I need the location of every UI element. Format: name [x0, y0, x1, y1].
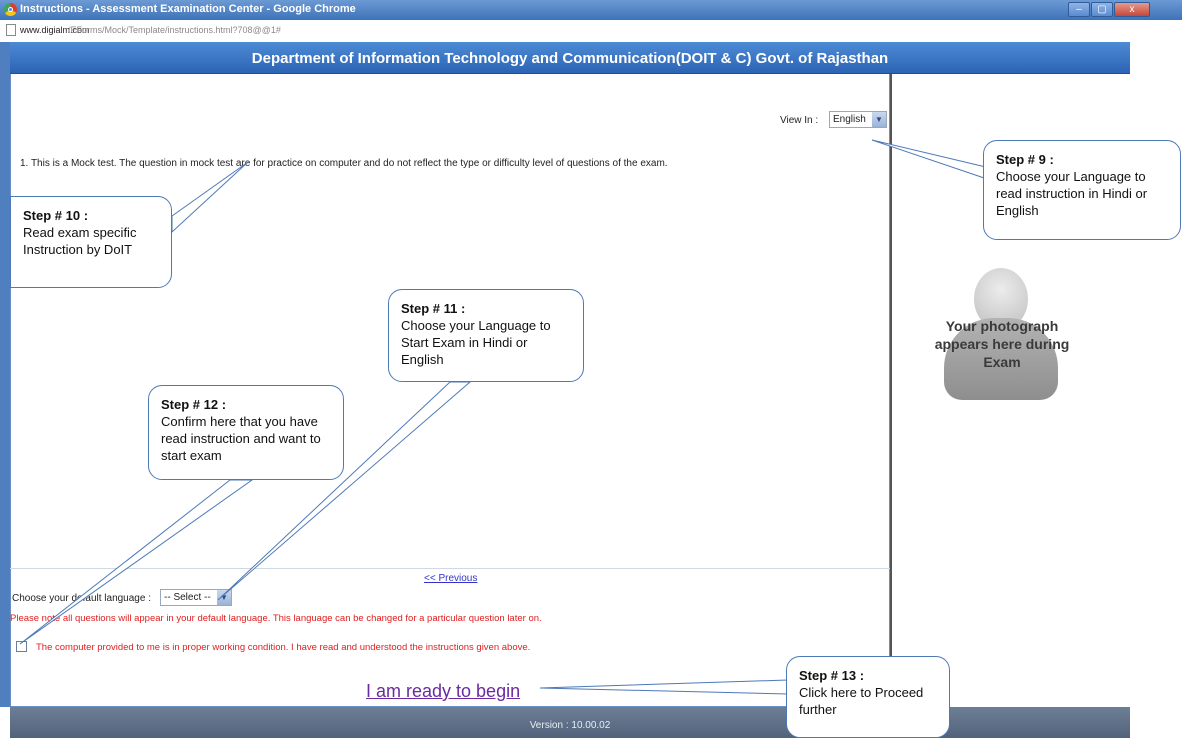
default-language-value[interactable]: -- Select -- [164, 592, 211, 603]
maximize-button[interactable]: ▢ [1091, 2, 1113, 17]
callout-step-9: Step # 9 : Choose your Language to read … [983, 140, 1181, 240]
callout-step-13: Step # 13 : Click here to Proceed furthe… [786, 656, 950, 738]
callout-step-10: Step # 10 : Read exam specific Instructi… [10, 196, 172, 288]
left-frame-border [0, 42, 10, 707]
previous-link[interactable]: << Previous [424, 573, 477, 584]
callout-step-12-text: Confirm here that you have read instruct… [161, 414, 321, 463]
version-text: Version : 10.00.02 [529, 720, 611, 731]
callout-step-10-text: Read exam specific Instruction by DoIT [23, 225, 137, 257]
minimize-button[interactable]: – [1068, 2, 1090, 17]
url-path[interactable]: /EForms/Mock/Template/instructions.html?… [68, 25, 281, 35]
chevron-down-icon[interactable]: ▼ [872, 112, 886, 127]
page-icon [6, 24, 16, 36]
window-title: Instructions - Assessment Examination Ce… [20, 3, 356, 15]
callout-step-11: Step # 11 : Choose your Language to Star… [388, 289, 584, 382]
confirm-checkbox[interactable] [16, 641, 27, 652]
callout-step-12-title: Step # 12 : [161, 397, 227, 412]
ready-to-begin-button[interactable]: I am ready to begin [366, 681, 520, 702]
callout-step-11-title: Step # 11 : [401, 301, 466, 316]
callout-step-10-title: Step # 10 : [23, 208, 89, 223]
confirm-label[interactable]: The computer provided to me is in proper… [36, 642, 530, 653]
view-in-label: View In : [780, 115, 819, 126]
callout-step-9-text: Choose your Language to read instruction… [996, 169, 1148, 218]
language-note: Please note all questions will appear in… [10, 613, 542, 624]
view-language-value[interactable]: English [833, 114, 866, 125]
instruction-item: 1. This is a Mock test. The question in … [20, 158, 668, 169]
divider [10, 568, 890, 569]
close-button[interactable]: x [1114, 2, 1150, 17]
chevron-down-icon[interactable]: ▼ [217, 590, 231, 605]
callout-step-11-text: Choose your Language to Start Exam in Hi… [401, 318, 551, 367]
default-language-label: Choose your default language : [12, 593, 151, 604]
callout-step-13-title: Step # 13 : [799, 668, 865, 683]
callout-step-9-title: Step # 9 : [996, 152, 1054, 167]
callout-step-12: Step # 12 : Confirm here that you have r… [148, 385, 344, 480]
callout-step-13-text: Click here to Proceed further [799, 685, 924, 717]
page-title: Department of Information Technology and… [251, 50, 889, 67]
chrome-logo-center-icon [8, 7, 13, 12]
photo-placeholder-text: Your photograph appears here during Exam [934, 318, 1070, 370]
